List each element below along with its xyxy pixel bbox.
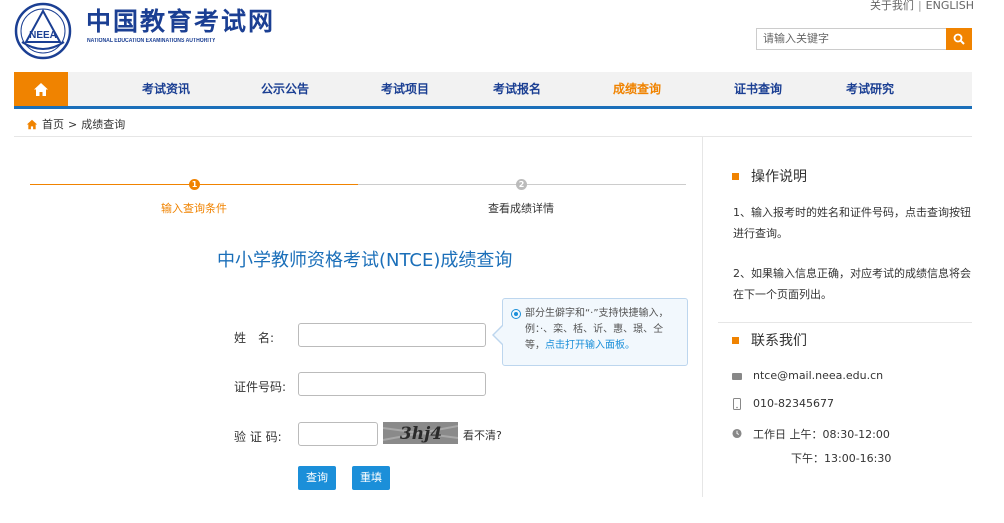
site-header: NEEA 中国教育考试网 NATIONAL EDUCATION EXAMINAT… <box>0 0 1004 72</box>
breadcrumb-divider <box>14 136 972 137</box>
email-text[interactable]: ntce@mail.neea.edu.cn <box>753 369 883 382</box>
about-us-link[interactable]: 关于我们 <box>870 0 914 12</box>
emblem-text: NEEA <box>29 30 57 41</box>
phone-text: 010-82345677 <box>753 397 834 410</box>
step-2-label: 查看成绩详情 <box>488 202 554 215</box>
breadcrumb-home-icon <box>26 119 38 129</box>
instruction-1: 1、输入报考时的姓名和证件号码，点击查询按钮进行查询。 <box>733 206 971 240</box>
site-logo-subtitle[interactable]: NATIONAL EDUCATION EXAMINATIONS AUTHORIT… <box>87 38 215 44</box>
captcha-label: 验 证 码: <box>234 430 282 444</box>
english-link[interactable]: ENGLISH <box>926 0 974 12</box>
nav-item-exam-news[interactable]: 考试资讯 <box>142 72 190 106</box>
hours-morning: 工作日 上午：08:30-12:00 <box>753 428 890 441</box>
name-label: 姓 名: <box>234 331 275 345</box>
home-icon <box>34 82 48 96</box>
input-tip-tooltip: 部分生僻字和“·”支持快捷输入，例：·、栾、栝、䜣、惠、璟、仝等，点击打开输入面… <box>502 298 688 366</box>
clock-icon <box>732 428 742 438</box>
square-bullet-icon <box>732 336 739 344</box>
sidebar-section-divider <box>718 322 972 323</box>
search-button[interactable] <box>946 28 972 50</box>
id-number-input[interactable] <box>298 372 486 396</box>
neea-emblem-icon[interactable]: NEEA <box>14 2 72 60</box>
tooltip-arrow-fill <box>494 326 503 344</box>
nav-item-registration[interactable]: 考试报名 <box>493 72 541 106</box>
captcha-image[interactable]: 3hj4 <box>383 422 458 444</box>
query-button[interactable]: 查询 <box>298 466 336 490</box>
square-bullet-icon <box>732 172 739 180</box>
contact-hours: 工作日 上午：08:30-12:00 下午：13:00-16:30 <box>732 426 891 466</box>
breadcrumb: 首页 > 成绩查询 <box>26 116 125 132</box>
reset-button[interactable]: 重填 <box>352 466 390 490</box>
nav-home-button[interactable] <box>14 72 68 106</box>
contact-phone: 010-82345677 <box>732 397 834 411</box>
open-input-panel-link[interactable]: 点击打开输入面板。 <box>545 340 635 351</box>
site-logo-title[interactable]: 中国教育考试网 <box>86 7 275 37</box>
nav-item-exam-programs[interactable]: 考试项目 <box>381 72 429 106</box>
captcha-input[interactable] <box>298 422 378 446</box>
hours-afternoon: 下午：13:00-16:30 <box>791 452 892 465</box>
breadcrumb-home-link[interactable]: 首页 <box>42 116 64 132</box>
instructions-heading: 操作说明 <box>732 166 807 186</box>
nav-item-notices[interactable]: 公示公告 <box>261 72 309 106</box>
instructions-title: 操作说明 <box>751 169 807 185</box>
main-nav: 考试资讯 公示公告 考试项目 考试报名 成绩查询 证书查询 考试研究 <box>14 72 972 109</box>
phone-icon <box>733 398 741 410</box>
breadcrumb-current[interactable]: 成绩查询 <box>81 116 125 132</box>
contact-heading: 联系我们 <box>732 330 807 350</box>
mail-icon <box>732 372 742 380</box>
page-title: 中小学教师资格考试(NTCE)成绩查询 <box>217 250 513 271</box>
step-1-number: 1 <box>189 179 200 190</box>
tip-bullet-icon <box>511 309 521 319</box>
contact-title: 联系我们 <box>751 333 807 349</box>
nav-item-exam-research[interactable]: 考试研究 <box>846 72 894 106</box>
search-icon <box>953 33 965 45</box>
captcha-text: 3hj4 <box>400 424 442 444</box>
top-links: 关于我们 | ENGLISH <box>869 0 974 12</box>
id-number-label: 证件号码: <box>234 380 287 394</box>
instruction-2: 2、如果输入信息正确，对应考试的成绩信息将会在下一个页面列出。 <box>733 267 971 301</box>
sidebar-divider <box>702 137 703 497</box>
nav-item-score-query[interactable]: 成绩查询 <box>613 72 661 106</box>
step-1-label: 输入查询条件 <box>161 202 227 215</box>
breadcrumb-separator: > <box>68 117 78 131</box>
step-2-number: 2 <box>516 179 527 190</box>
nav-item-certificate-query[interactable]: 证书查询 <box>734 72 782 106</box>
name-input[interactable] <box>298 323 486 347</box>
search-input[interactable]: 请输入关键字 <box>756 28 946 50</box>
captcha-refresh-link[interactable]: 看不清? <box>463 427 502 443</box>
contact-email: ntce@mail.neea.edu.cn <box>732 369 883 383</box>
